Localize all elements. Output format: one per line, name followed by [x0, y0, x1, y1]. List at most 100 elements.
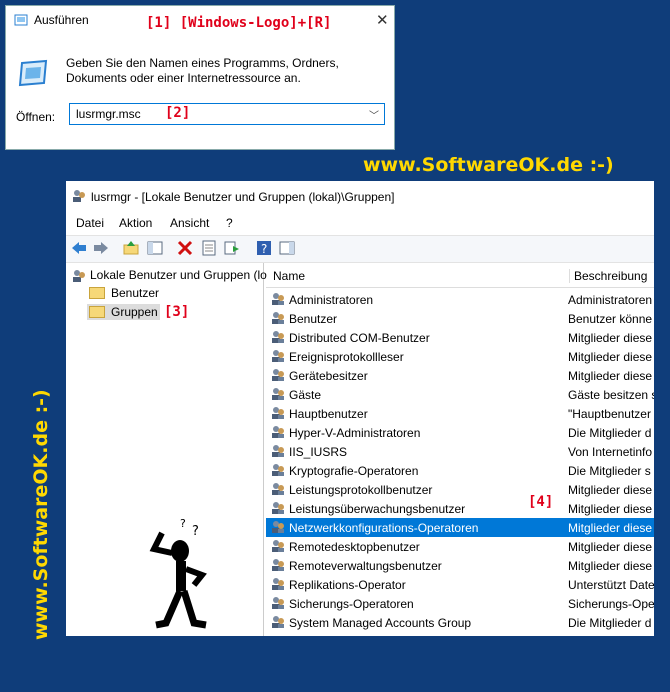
users-app-icon — [73, 190, 85, 202]
annotation-2: [2] — [165, 105, 191, 121]
run-title: Ausführen — [34, 13, 89, 27]
row-description: Administratoren — [568, 293, 653, 307]
open-input-value: lusrmgr.msc — [76, 107, 141, 121]
group-icon — [272, 559, 284, 571]
table-row[interactable]: Hauptbenutzer "Hauptbenutzer — [266, 404, 654, 423]
svg-text:?: ? — [261, 242, 267, 256]
group-icon — [272, 597, 284, 609]
watermark-side: www.SoftwareOK.de :-) — [30, 389, 52, 640]
table-row[interactable]: Benutzer Benutzer könne — [266, 309, 654, 328]
group-icon — [272, 369, 284, 381]
row-name: Leistungsüberwachungsbenutzer — [289, 502, 466, 516]
group-icon — [272, 464, 284, 476]
row-description: "Hauptbenutzer — [568, 407, 651, 421]
row-name: Leistungsprotokollbenutzer — [289, 483, 433, 497]
table-row[interactable]: Distributed COM-Benutzer Mitglieder diese — [266, 328, 654, 347]
tree-item-gruppen[interactable]: Gruppen — [87, 304, 160, 320]
row-name: System Managed Accounts Group — [289, 616, 472, 630]
row-name: Gäste — [289, 388, 322, 402]
table-row[interactable]: Leistungsüberwachungsbenutzer Mitglieder … — [266, 499, 654, 518]
table-row[interactable]: Hyper-V-Administratoren Die Mitglieder d — [266, 423, 654, 442]
column-name[interactable]: Name — [273, 269, 305, 283]
row-name: Benutzer — [289, 312, 338, 326]
column-description[interactable]: Beschreibung — [569, 269, 647, 283]
show-action-pane-icon[interactable] — [279, 240, 295, 256]
table-row[interactable]: System Managed Accounts Group Die Mitglie… — [266, 613, 654, 632]
users-icon — [73, 269, 85, 282]
menu-help[interactable]: ? — [226, 216, 233, 230]
row-description: Mitglieder diese — [568, 521, 653, 535]
menu-datei[interactable]: Datei — [76, 216, 104, 230]
group-icon — [272, 388, 284, 400]
group-icon — [272, 426, 284, 438]
group-icon — [272, 312, 284, 324]
row-description: Benutzer könne — [568, 312, 653, 326]
list-header: Name Beschreibung — [266, 263, 654, 288]
table-row[interactable]: Sicherungs-Operatoren Sicherungs-Ope — [266, 594, 654, 613]
row-name: Distributed COM-Benutzer — [289, 331, 430, 345]
row-description: Mitglieder diese — [568, 331, 653, 345]
row-description: Mitglieder diese — [568, 483, 653, 497]
annotation-4: [4] — [528, 494, 554, 510]
row-description: Mitglieder diese — [568, 559, 653, 573]
table-row[interactable]: Netzwerkkonfigurations-Operatoren Mitglie… — [266, 518, 654, 537]
group-icon — [272, 483, 284, 495]
open-input[interactable]: lusrmgr.msc [2] ﹀ — [69, 103, 385, 125]
chevron-down-icon[interactable]: ﹀ — [369, 107, 379, 122]
row-name: Sicherungs-Operatoren — [289, 597, 414, 611]
back-arrow-icon[interactable] — [71, 240, 87, 256]
row-description: Die Mitglieder d — [568, 426, 652, 440]
group-icon — [272, 578, 284, 590]
group-icon — [272, 293, 284, 305]
close-icon[interactable]: ✕ — [376, 11, 389, 29]
row-description: Mitglieder diese — [568, 540, 653, 554]
table-row[interactable]: Gäste Gäste besitzen s — [266, 385, 654, 404]
row-description: Von Internetinfo — [568, 445, 653, 459]
table-row[interactable]: Gerätebesitzer Mitglieder diese — [266, 366, 654, 385]
group-icon — [272, 616, 284, 628]
annotation-3: [3] — [164, 304, 190, 320]
tree-item-label: Benutzer — [111, 286, 160, 300]
watermark-top: www.SoftwareOK.de :-) — [363, 154, 614, 176]
forward-arrow-icon[interactable] — [93, 240, 109, 256]
row-name: Hyper-V-Administratoren — [289, 426, 421, 440]
row-name: Remotedesktopbenutzer — [289, 540, 420, 554]
stick-figure-illustration: ? ? — [149, 517, 207, 629]
tree-item-benutzer[interactable]: Benutzer — [89, 286, 159, 300]
run-description: Geben Sie den Namen eines Programms, Ord… — [66, 56, 339, 85]
show-tree-icon[interactable] — [147, 240, 163, 256]
up-folder-icon[interactable] — [123, 240, 139, 256]
group-icon — [272, 502, 284, 514]
export-list-icon[interactable] — [224, 240, 240, 256]
row-description: Mitglieder diese — [568, 350, 653, 364]
row-name: Replikations-Operator — [289, 578, 406, 592]
row-name: Hauptbenutzer — [289, 407, 368, 421]
table-row[interactable]: Remotedesktopbenutzer Mitglieder diese — [266, 537, 654, 556]
row-description: Mitglieder diese — [568, 502, 653, 516]
properties-icon[interactable] — [201, 240, 217, 256]
folder-icon — [89, 286, 105, 299]
run-dialog: Ausführen [1] [Windows-Logo]+[R] ✕ Geben… — [5, 5, 395, 150]
run-titlebar: Ausführen [1] [Windows-Logo]+[R] ✕ — [6, 6, 394, 34]
menu-ansicht[interactable]: Ansicht — [170, 216, 209, 230]
table-row[interactable]: Administratoren Administratoren — [266, 290, 654, 309]
table-row[interactable]: Kryptografie-Operatoren Die Mitglieder s — [266, 461, 654, 480]
row-name: Kryptografie-Operatoren — [289, 464, 419, 478]
delete-icon[interactable] — [177, 240, 193, 256]
tree-root[interactable]: Lokale Benutzer und Gruppen (lo — [72, 268, 267, 283]
table-row[interactable]: IIS_IUSRS Von Internetinfo — [266, 442, 654, 461]
table-row[interactable]: Replikations-Operator Unterstützt Date — [266, 575, 654, 594]
help-icon[interactable]: ? — [256, 240, 272, 256]
row-description: Sicherungs-Ope — [568, 597, 654, 611]
run-app-icon — [14, 14, 28, 26]
menu-aktion[interactable]: Aktion — [119, 216, 152, 230]
row-name: Remoteverwaltungsbenutzer — [289, 559, 442, 573]
row-name: Administratoren — [289, 293, 374, 307]
table-row[interactable]: Ereignisprotokollleser Mitglieder diese — [266, 347, 654, 366]
table-row[interactable]: Leistungsprotokollbenutzer Mitglieder die… — [266, 480, 654, 499]
group-icon — [272, 331, 284, 343]
toolbar: ? — [66, 235, 654, 263]
tree-root-label: Lokale Benutzer und Gruppen (lo — [90, 268, 267, 282]
row-name: Ereignisprotokollleser — [289, 350, 404, 364]
table-row[interactable]: Remoteverwaltungsbenutzer Mitglieder dies… — [266, 556, 654, 575]
